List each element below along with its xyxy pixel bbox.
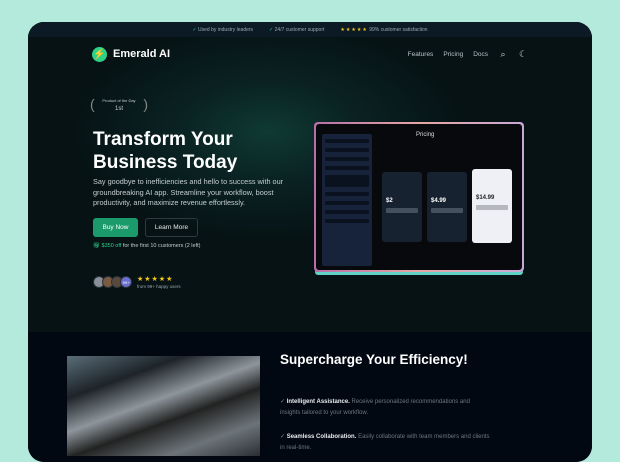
trust-item: ✓ Used by industry leaders bbox=[192, 27, 253, 33]
nav-link-features[interactable]: Features bbox=[408, 51, 434, 58]
trust-item: ✓ 24/7 customer support bbox=[269, 27, 324, 33]
check-icon: ✓ bbox=[280, 434, 286, 440]
offer-text: 🎁︎ $350 off for the first 10 customers (… bbox=[93, 243, 200, 249]
avatar-group: 99+ bbox=[93, 276, 132, 288]
check-icon: ✓ bbox=[280, 399, 286, 405]
feature-title: Seamless Collaboration. bbox=[286, 434, 357, 440]
pricing-card: $2 bbox=[382, 172, 422, 242]
config-panel bbox=[322, 134, 372, 266]
navbar: ⚡ Emerald AI Features Pricing Docs ⌕ ☾ bbox=[92, 46, 528, 62]
learn-more-button[interactable]: Learn More bbox=[145, 218, 198, 237]
moon-icon[interactable]: ☾ bbox=[518, 49, 528, 59]
check-icon: ✓ bbox=[269, 26, 274, 33]
gift-icon: 🎁︎ bbox=[93, 243, 100, 249]
laurel-right-icon: ) bbox=[143, 96, 148, 112]
offer-amount: $350 off bbox=[101, 243, 122, 249]
brand-name[interactable]: Emerald AI bbox=[113, 48, 170, 60]
trust-text: 24/7 customer support bbox=[274, 26, 325, 33]
features-title: Supercharge Your Efficiency! bbox=[280, 352, 468, 367]
nav-link-pricing[interactable]: Pricing bbox=[443, 51, 463, 58]
abstract-wave-image bbox=[67, 356, 260, 456]
avatar-more: 99+ bbox=[120, 276, 132, 288]
nav-link-docs[interactable]: Docs bbox=[473, 51, 488, 58]
badge-rank: 1st bbox=[114, 106, 123, 112]
trust-text: Used by industry leaders bbox=[198, 26, 254, 33]
price: $2 bbox=[386, 198, 393, 204]
bolt-logo-icon[interactable]: ⚡ bbox=[92, 46, 107, 62]
feature-item: ✓ Intelligent Assistance. Receive person… bbox=[280, 397, 490, 419]
rating-text: from 99+ happy users bbox=[137, 284, 181, 289]
check-icon: ✓ bbox=[192, 26, 197, 33]
hero-description: Say goodbye to inefficiencies and hello … bbox=[93, 177, 284, 207]
stars-icon: ★★★★★ bbox=[340, 26, 368, 33]
stars-icon: ★★★★★ bbox=[137, 276, 174, 283]
search-icon[interactable]: ⌕ bbox=[498, 49, 508, 59]
trust-item: ★★★★★ 99% customer satisfaction bbox=[340, 27, 427, 33]
feature-title: Intelligent Assistance. bbox=[286, 399, 350, 405]
app-screenshot: Pricing $2 $4.99 $14.99 bbox=[314, 122, 524, 272]
price: $14.99 bbox=[476, 195, 495, 201]
laurel-left-icon: ( bbox=[90, 96, 95, 112]
buy-now-button[interactable]: Buy Now bbox=[93, 218, 138, 237]
product-of-day-badge: ( ) Product of the Day 1st bbox=[90, 96, 148, 112]
badge-label: Product of the Day bbox=[102, 98, 136, 103]
price: $4.99 bbox=[431, 198, 447, 204]
announcement-bar: ✓ Used by industry leaders ✓ 24/7 custom… bbox=[28, 22, 592, 37]
hero-title: Transform Your Business Today bbox=[93, 129, 238, 173]
feature-item: ✓ Seamless Collaboration. Easily collabo… bbox=[280, 432, 490, 454]
pricing-card: $14.99 bbox=[472, 169, 512, 243]
offer-details: for the first 10 customers (2 left) bbox=[122, 243, 201, 249]
mockup-title: Pricing bbox=[416, 132, 435, 138]
rating: ★★★★★ from 99+ happy users bbox=[137, 275, 181, 289]
trust-text: 99% customer satisfaction bbox=[369, 26, 428, 33]
pricing-card: $4.99 bbox=[427, 172, 467, 242]
